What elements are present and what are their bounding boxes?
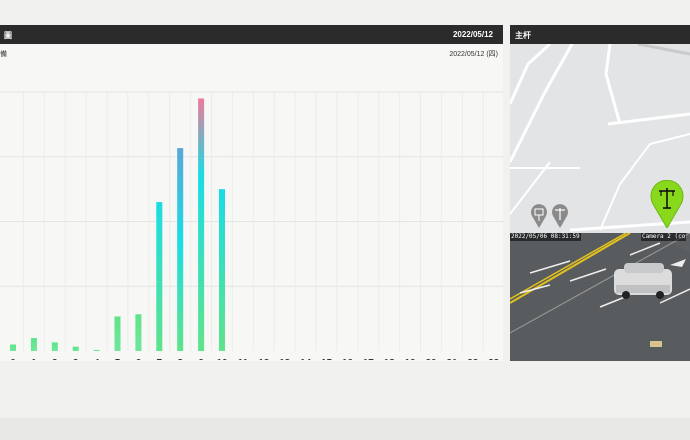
hourly-bar-chart: 01234567891011121314151617181920212223 時…	[0, 91, 503, 360]
x-tick-label: 7	[157, 358, 163, 360]
bar-hour-10[interactable]	[219, 189, 225, 351]
x-tick-label: 5	[115, 358, 121, 360]
x-tick-label: 6	[136, 358, 142, 360]
chart-panel-header: 圖 2022/05/12	[0, 25, 503, 44]
camera-name: Camera 2 (co	[641, 233, 687, 241]
selected-pole-marker-icon	[650, 179, 684, 229]
x-tick-label: 23	[488, 358, 500, 360]
bar-hour-3[interactable]	[72, 346, 79, 351]
pole-panel-header: 主杆	[510, 25, 690, 44]
x-tick-label: 21	[446, 358, 458, 360]
map-marker-pole-selected[interactable]	[650, 179, 684, 229]
x-tick-label: 0	[10, 358, 16, 360]
x-tick-label: 13	[279, 358, 291, 360]
map-marker-pole-grey-1[interactable]	[530, 204, 548, 228]
camera-feed[interactable]: 2022/05/06 08:31:59 Camera 2 (co	[510, 233, 690, 361]
x-tick-label: 14	[300, 358, 312, 360]
chart-subheader: 備 2022/05/12 (四)	[0, 44, 503, 60]
pole-marker-icon	[552, 204, 568, 228]
x-tick-label: 16	[342, 358, 354, 360]
chart-grid	[0, 91, 503, 351]
bar-hour-8[interactable]	[177, 148, 184, 351]
x-tick-label: 17	[363, 358, 375, 360]
x-tick-label: 9	[198, 358, 204, 360]
chart-x-ticks: 01234567891011121314151617181920212223	[10, 358, 499, 360]
camera-image	[510, 233, 690, 361]
bar-hour-6[interactable]	[135, 314, 142, 351]
x-tick-label: 12	[258, 358, 270, 360]
x-tick-label: 10	[216, 358, 228, 360]
map-view[interactable]	[510, 44, 690, 258]
x-tick-label: 2	[52, 358, 58, 360]
pole-panel: 主杆 2022/05/06 08:31:59 Camera 2 (co	[510, 25, 690, 361]
x-tick-label: 18	[384, 358, 396, 360]
x-tick-label: 22	[467, 358, 479, 360]
x-tick-label: 8	[177, 358, 183, 360]
chart-panel-date: 2022/05/12	[452, 30, 493, 39]
x-tick-label: 4	[94, 358, 100, 360]
chart-sub-date: 2022/05/12 (四)	[449, 51, 498, 58]
camera-timestamp: 2022/05/06 08:31:59	[510, 233, 581, 241]
chart-panel-title: 圖	[4, 31, 12, 40]
x-tick-label: 15	[321, 358, 333, 360]
chart-bars	[10, 98, 225, 351]
bar-hour-0[interactable]	[10, 344, 16, 351]
x-tick-label: 1	[31, 358, 37, 360]
pole-marker-icon	[531, 204, 547, 228]
bar-hour-1[interactable]	[30, 338, 37, 351]
pole-panel-title: 主杆	[515, 31, 531, 40]
bar-hour-4[interactable]	[93, 349, 100, 351]
bar-hour-5[interactable]	[114, 316, 121, 351]
traffic-chart-panel: 圖 2022/05/12 備 2022/05/12 (四)	[0, 25, 503, 361]
page-footer	[0, 418, 690, 440]
x-tick-label: 19	[405, 358, 417, 360]
bar-hour-2[interactable]	[51, 342, 58, 351]
x-tick-label: 20	[425, 358, 437, 360]
bar-hour-9[interactable]	[198, 98, 205, 351]
x-tick-label: 3	[73, 358, 79, 360]
x-tick-label: 11	[238, 358, 249, 360]
map-marker-pole-grey-2[interactable]	[551, 204, 569, 228]
bar-hour-7[interactable]	[156, 202, 163, 351]
chart-subtitle: 備	[0, 51, 7, 58]
